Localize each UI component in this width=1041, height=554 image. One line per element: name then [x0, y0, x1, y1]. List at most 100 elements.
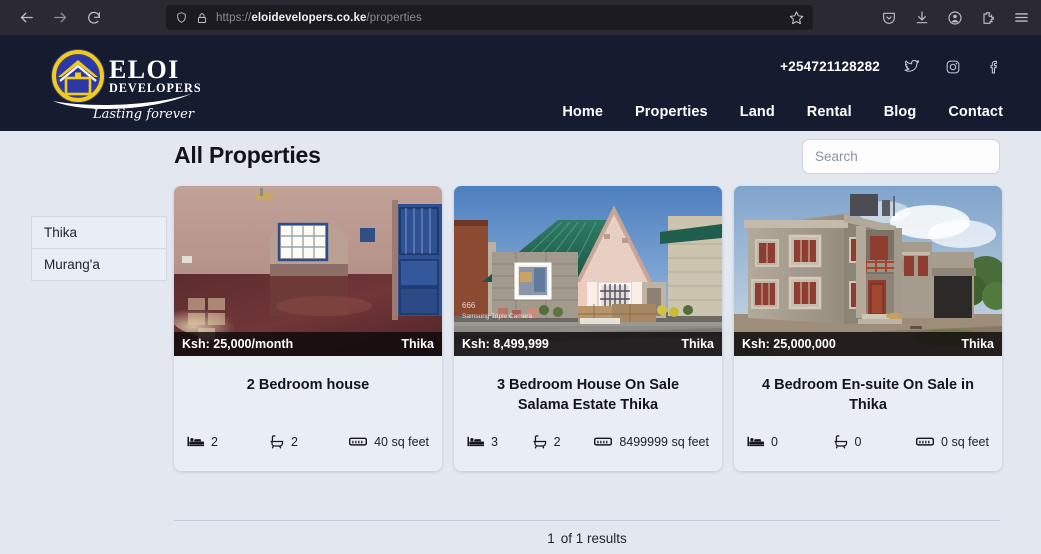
nav-item-rental[interactable]: Rental	[807, 104, 852, 120]
property-card[interactable]: Ksh: 25,000/month Thika 2 Bedroom house …	[174, 186, 442, 471]
property-photo-two-storey	[734, 186, 1002, 356]
site-logo[interactable]: ELOI DEVELOPERS Lasting forever	[45, 41, 200, 126]
bathtub-icon	[270, 435, 284, 449]
property-title[interactable]: 3 Bedroom House On Sale Salama Estate Th…	[454, 356, 722, 418]
nav-item-properties[interactable]: Properties	[635, 104, 708, 120]
area-meta: 40 sq feet	[349, 435, 429, 449]
site-header: ELOI DEVELOPERS Lasting forever +2547211…	[0, 35, 1041, 131]
property-meta: 0 0 0 sq feet	[734, 418, 1002, 471]
property-price: Ksh: 25,000,000	[742, 337, 836, 351]
reload-icon[interactable]	[84, 8, 104, 28]
results-page-number: 1	[547, 531, 555, 546]
account-icon[interactable]	[945, 8, 965, 28]
shield-icon[interactable]	[175, 11, 188, 24]
phone-number[interactable]: +254721128282	[780, 59, 880, 74]
url-host: eloidevelopers.co.ke	[251, 11, 367, 24]
ruler-icon	[916, 437, 935, 446]
page-content: All Properties Thika Murang'a	[0, 131, 1041, 554]
property-meta: 3 2 8499999 sq feet	[454, 418, 722, 471]
property-title[interactable]: 2 Bedroom house	[174, 356, 442, 418]
bathtub-icon	[533, 435, 546, 449]
browser-toolbar: https://eloidevelopers.co.ke/properties	[0, 0, 1041, 35]
nav-item-contact[interactable]: Contact	[948, 104, 1003, 120]
url-text[interactable]: https://eloidevelopers.co.ke/properties	[216, 12, 781, 24]
extensions-icon[interactable]	[978, 8, 998, 28]
browser-toolbar-icons	[879, 8, 1031, 28]
sidebar-item-muranga[interactable]: Murang'a	[31, 249, 167, 281]
back-arrow-icon[interactable]	[16, 8, 36, 28]
area-value: 40 sq feet	[374, 434, 429, 449]
bedrooms-meta: 2	[187, 435, 218, 449]
property-image[interactable]: Ksh: 25,000,000 Thika	[734, 186, 1002, 356]
ruler-icon	[594, 437, 613, 446]
svg-text:ELOI: ELOI	[109, 55, 180, 84]
results-count-text: 1 of 1 results	[174, 531, 1000, 546]
price-overlay: Ksh: 8,499,999 Thika	[454, 332, 722, 356]
main-navigation: Home Properties Land Rental Blog Contact	[562, 104, 1003, 130]
price-overlay: Ksh: 25,000/month Thika	[174, 332, 442, 356]
svg-text:Lasting forever: Lasting forever	[92, 107, 195, 122]
nav-item-home[interactable]: Home	[562, 104, 603, 120]
property-card[interactable]: Ksh: 25,000,000 Thika 4 Bedroom En-suite…	[734, 186, 1002, 471]
instagram-icon[interactable]	[943, 57, 962, 76]
bathrooms-count: 0	[854, 434, 862, 449]
camera-watermark: Samsung Triple Camera	[462, 313, 532, 320]
property-photo-bungalow: 666 Samsung Triple Camera	[454, 186, 722, 356]
property-card[interactable]: 666 Samsung Triple Camera Ksh: 8,499,999…	[454, 186, 722, 471]
download-icon[interactable]	[912, 8, 932, 28]
price-overlay: Ksh: 25,000,000 Thika	[734, 332, 1002, 356]
property-price: Ksh: 25,000/month	[182, 337, 294, 351]
bathrooms-count: 2	[553, 434, 561, 449]
property-image[interactable]: Ksh: 25,000/month Thika	[174, 186, 442, 356]
bed-icon	[467, 436, 484, 447]
bathrooms-meta: 0	[833, 434, 862, 449]
bathrooms-count: 2	[291, 434, 298, 449]
bedrooms-count: 2	[211, 434, 218, 449]
results-label: of 1 results	[560, 531, 627, 546]
bedrooms-meta: 3	[467, 435, 498, 449]
search-input[interactable]	[802, 139, 1000, 174]
bedrooms-count: 0	[771, 434, 778, 449]
area-meta: 0 sq feet	[916, 435, 989, 449]
area-meta: 8499999 sq feet	[594, 435, 709, 449]
property-image[interactable]: 666 Samsung Triple Camera Ksh: 8,499,999…	[454, 186, 722, 356]
page-title: All Properties	[174, 142, 321, 168]
property-location: Thika	[681, 337, 714, 351]
bathtub-icon	[834, 435, 847, 449]
url-scheme: https://	[216, 11, 252, 24]
property-title[interactable]: 4 Bedroom En-suite On Sale in Thika	[734, 356, 1002, 418]
property-location: Thika	[401, 337, 434, 351]
nav-item-land[interactable]: Land	[740, 104, 775, 120]
bathrooms-meta: 2	[532, 434, 561, 449]
area-value: 8499999 sq feet	[619, 434, 709, 449]
property-card-grid: Ksh: 25,000/month Thika 2 Bedroom house …	[174, 186, 1002, 471]
bed-icon	[187, 436, 204, 447]
property-location: Thika	[961, 337, 994, 351]
nav-item-blog[interactable]: Blog	[884, 104, 917, 120]
svg-text:666: 666	[462, 301, 476, 310]
bedrooms-count: 3	[491, 434, 498, 449]
browser-nav-buttons	[16, 8, 104, 28]
area-value: 0 sq feet	[941, 434, 989, 449]
hamburger-menu-icon[interactable]	[1011, 8, 1031, 28]
svg-text:DEVELOPERS: DEVELOPERS	[109, 81, 200, 95]
divider	[174, 520, 1000, 521]
pocket-icon[interactable]	[879, 8, 899, 28]
location-filter-list: Thika Murang'a	[31, 216, 167, 281]
facebook-icon[interactable]	[984, 57, 1003, 76]
property-photo-interior-room	[174, 186, 442, 356]
address-bar[interactable]: https://eloidevelopers.co.ke/properties	[166, 5, 813, 30]
property-price: Ksh: 8,499,999	[462, 337, 549, 351]
url-path: /properties	[366, 11, 422, 24]
results-footer: 1 of 1 results	[174, 520, 1000, 546]
forward-arrow-icon[interactable]	[50, 8, 70, 28]
twitter-icon[interactable]	[902, 57, 921, 76]
star-icon[interactable]	[789, 10, 804, 25]
sidebar-item-thika[interactable]: Thika	[31, 216, 167, 249]
header-contact-row: +254721128282	[780, 57, 1003, 76]
ruler-icon	[349, 437, 368, 446]
bathrooms-meta: 2	[269, 434, 298, 449]
bedrooms-meta: 0	[747, 435, 778, 449]
property-meta: 2 2 40 sq feet	[174, 418, 442, 471]
lock-icon[interactable]	[196, 12, 208, 24]
